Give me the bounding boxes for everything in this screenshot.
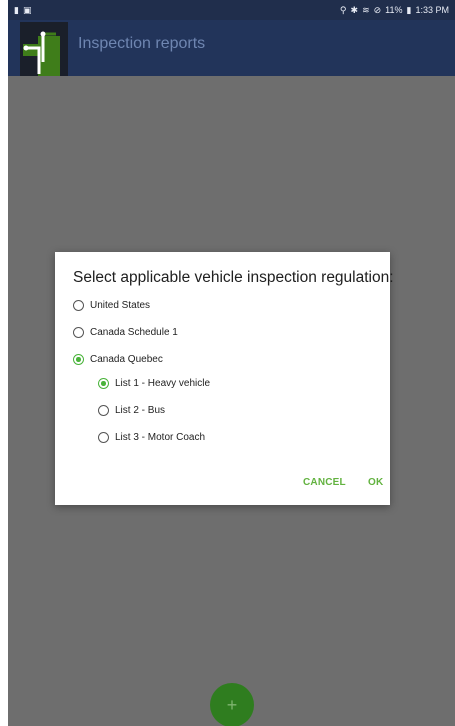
- do-not-disturb-icon: ⊘: [373, 4, 382, 15]
- option-canada-schedule-1[interactable]: Canada Schedule 1: [73, 327, 178, 338]
- option-label: Canada Schedule 1: [90, 327, 178, 338]
- ok-button[interactable]: OK: [368, 477, 383, 488]
- suboption-list-3-motor-coach[interactable]: List 3 - Motor Coach: [98, 432, 205, 443]
- radio-button[interactable]: [73, 300, 84, 311]
- image-icon: ▣: [22, 4, 32, 15]
- bluetooth-icon: ✱: [350, 4, 359, 15]
- battery-percent: 11%: [385, 5, 403, 15]
- suboption-label: List 3 - Motor Coach: [115, 432, 206, 443]
- radio-button[interactable]: [98, 405, 109, 416]
- status-right: ⚲ ✱ ≋ ⊘ 11% ▮ 1:33 PM: [340, 5, 449, 15]
- radio-button[interactable]: [98, 432, 109, 443]
- sim-card-icon: ▮: [14, 4, 19, 15]
- radio-button-selected[interactable]: [73, 354, 84, 365]
- radio-button[interactable]: [73, 327, 84, 338]
- suboption-label: List 1 - Heavy vehicle: [115, 378, 211, 389]
- add-icon: +: [226, 694, 238, 715]
- app-title: Inspection reports: [78, 35, 206, 52]
- location-icon: ⚲: [339, 4, 347, 15]
- suboption-label: List 2 - Bus: [115, 405, 166, 416]
- device-screen: ▮ ▣ ⚲ ✱ ≋ ⊘ 11% ▮ 1:33 PM Inspection rep…: [8, 0, 455, 726]
- suboption-list-1-heavy-vehicle[interactable]: List 1 - Heavy vehicle: [98, 378, 210, 389]
- status-time: 1:33 PM: [415, 5, 449, 15]
- battery-icon: ▮: [406, 4, 412, 15]
- wifi-icon: ≋: [362, 4, 370, 15]
- status-left: ▮ ▣: [14, 4, 32, 15]
- dialog-title: Select applicable vehicle inspection reg…: [73, 269, 394, 286]
- add-report-fab[interactable]: +: [210, 683, 254, 726]
- option-united-states[interactable]: United States: [73, 300, 150, 311]
- suboption-list-2-bus[interactable]: List 2 - Bus: [98, 405, 165, 416]
- option-canada-quebec[interactable]: Canada Quebec: [73, 354, 163, 365]
- option-label: Canada Quebec: [90, 354, 163, 365]
- cancel-button[interactable]: CANCEL: [303, 477, 346, 488]
- option-label: United States: [90, 300, 151, 311]
- radio-button-selected[interactable]: [98, 378, 109, 389]
- regulation-dialog: Select applicable vehicle inspection reg…: [55, 252, 394, 505]
- status-bar: ▮ ▣ ⚲ ✱ ≋ ⊘ 11% ▮ 1:33 PM: [8, 0, 455, 20]
- app-bar: Inspection reports: [8, 20, 455, 76]
- app-logo: [20, 22, 68, 76]
